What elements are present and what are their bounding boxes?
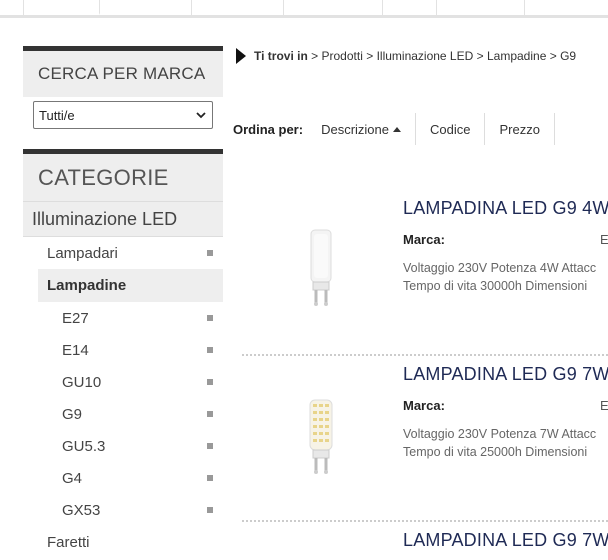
category-item-faretti[interactable]: Faretti [23,526,223,558]
sort-asc-icon [393,126,401,132]
breadcrumb-link-illuminazione[interactable]: Illuminazione LED [377,49,474,63]
sort-bar: Ordina per: Descrizione Codice Prezzo [233,113,555,145]
top-nav-tab[interactable] [436,0,524,15]
product-card: LAMPADINA LED G9 7W [242,522,608,560]
breadcrumb-sep: > [311,49,319,63]
bullet-icon [207,443,213,449]
brand-filter-header: CERCA PER MARCA [23,46,223,97]
category-item-e14[interactable]: E14 [23,334,223,366]
category-item-g9[interactable]: G9 [23,398,223,430]
category-label: Lampadari [47,244,118,262]
brand-filter-title: CERCA PER MARCA [38,64,206,83]
category-label: GX53 [62,501,101,519]
breadcrumb-sep: > [476,49,484,63]
product-brand-label: Marca: [403,232,445,247]
breadcrumb-sep: > [549,49,557,63]
product-desc-line: Tempo di vita 30000h Dimensioni [403,279,588,293]
top-nav-tab[interactable] [23,0,99,15]
category-item-g4[interactable]: G4 [23,462,223,494]
sort-option-prezzo[interactable]: Prezzo [485,113,555,145]
product-desc-line: Voltaggio 230V Potenza 4W Attacc [403,261,597,275]
category-label: E27 [62,309,89,327]
product-brand-label: Marca: [403,398,445,413]
category-label: GU10 [62,373,102,391]
category-item-gu10[interactable]: GU10 [23,366,223,398]
category-root[interactable]: Illuminazione LED [23,201,223,237]
category-item-e27[interactable]: E27 [23,302,223,334]
category-item-lampadari[interactable]: Lampadari [23,237,223,269]
category-label: Lampadine [47,277,127,294]
bullet-icon [207,347,213,353]
sort-option-codice[interactable]: Codice [416,113,486,145]
category-item-lampadine[interactable]: Lampadine [38,269,223,302]
sort-option-label: Descrizione [321,121,389,137]
category-label: GU5.3 [62,437,106,455]
product-title[interactable]: LAMPADINA LED G9 7W [403,530,608,551]
bullet-icon [207,475,213,481]
chevron-down-icon [196,112,206,119]
category-item-gu53[interactable]: GU5.3 [23,430,223,462]
top-nav [0,0,608,18]
breadcrumb-lead: Ti trovi in [254,49,308,63]
bullet-icon [207,379,213,385]
category-label: G4 [62,469,83,487]
brand-select[interactable]: Tutti/e [33,101,213,129]
product-brand-value: El [600,398,608,413]
bullet-icon [207,315,213,321]
product-image[interactable] [300,228,340,312]
product-title[interactable]: LAMPADINA LED G9 7W [403,364,608,385]
breadcrumb-current: G9 [560,49,577,63]
category-root-label: Illuminazione LED [32,208,178,229]
top-nav-tab[interactable] [191,0,283,15]
breadcrumb-arrow-icon [236,48,246,64]
brand-filter-body: Tutti/e [23,97,223,149]
bullet-icon [207,250,213,256]
product-desc-line: Voltaggio 230V Potenza 7W Attacc [403,427,597,441]
category-label: E14 [62,341,89,359]
product-brand-value: El [600,232,608,247]
sidebar: CERCA PER MARCA Tutti/e CATEGORIE Illumi… [23,46,223,558]
categories-header: CATEGORIE [23,149,223,201]
product-title[interactable]: LAMPADINA LED G9 4W [403,198,608,219]
bullet-icon [207,411,213,417]
category-label: Faretti [47,533,90,551]
bullet-icon [207,507,213,513]
breadcrumb-sep: > [366,49,374,63]
top-nav-tab[interactable] [382,0,436,15]
product-description: Voltaggio 230V Potenza 7W Attacc Tempo d… [403,425,596,461]
breadcrumb: Ti trovi in > Prodotti > Illuminazione L… [236,47,576,65]
top-nav-tab-active[interactable] [99,0,191,15]
product-description: Voltaggio 230V Potenza 4W Attacc Tempo d… [403,259,596,295]
top-nav-tab[interactable] [283,0,382,15]
product-image[interactable] [300,398,340,482]
top-nav-tab[interactable] [524,0,608,15]
categories-title: CATEGORIE [38,164,169,190]
sort-option-label: Prezzo [499,121,540,137]
sort-label: Ordina per: [233,121,304,137]
category-item-gx53[interactable]: GX53 [23,494,223,526]
product-card: LAMPADINA LED G9 4W Marca: El Voltaggio … [242,190,608,356]
sort-option-label: Codice [430,121,471,137]
brand-select-value: Tutti/e [39,107,75,123]
category-label: G9 [62,405,83,423]
sort-option-descrizione[interactable]: Descrizione [321,113,416,145]
product-card: LAMPADINA LED G9 7W Marca: El Voltaggio … [242,356,608,522]
product-desc-line: Tempo di vita 25000h Dimensioni [403,445,588,459]
breadcrumb-link-lampadine[interactable]: Lampadine [487,49,546,63]
breadcrumb-link-prodotti[interactable]: Prodotti [322,49,363,63]
